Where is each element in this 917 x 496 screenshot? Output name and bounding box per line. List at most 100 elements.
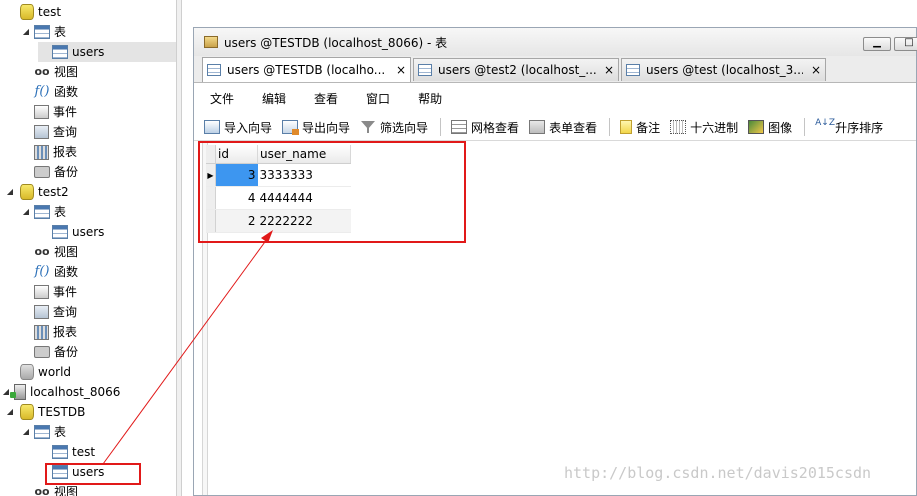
image-icon <box>748 120 765 134</box>
tree-item-world[interactable]: world <box>4 362 71 382</box>
cell-user-name[interactable]: 2222222 <box>257 209 351 233</box>
export-icon <box>282 120 300 135</box>
table-icon <box>52 445 68 459</box>
grid-view-button[interactable]: 网格查看 <box>451 119 519 136</box>
sort-ascending-button[interactable]: A↓Z 升序排序 <box>815 119 883 136</box>
import-wizard-label: 导入向导 <box>224 120 273 135</box>
pane-splitter[interactable] <box>176 0 182 496</box>
tree-item-label: 报表 <box>53 325 78 339</box>
tab-close-icon[interactable]: × <box>388 63 406 77</box>
tree-item-test[interactable]: test <box>4 2 61 22</box>
table-row[interactable]: 2 2222222 <box>206 209 351 233</box>
form-view-label: 表单查看 <box>549 120 598 135</box>
toolbar-separator <box>440 118 442 136</box>
minimize-button[interactable]: ▁ <box>863 37 891 51</box>
tree-item[interactable]: f() 函数 <box>20 82 79 102</box>
tab-close-icon[interactable]: × <box>596 63 614 77</box>
tree-item[interactable]: 查询 <box>20 122 77 142</box>
image-button[interactable]: 图像 <box>748 119 792 136</box>
tree-item[interactable]: 查询 <box>20 302 77 322</box>
database-grey-icon <box>20 364 34 380</box>
memo-button[interactable]: 备注 <box>620 119 660 136</box>
tree-item[interactable]: ◢ 表 <box>20 22 66 42</box>
tree-item-label: users <box>72 225 105 239</box>
expand-arrow-icon[interactable]: ◢ <box>4 402 16 422</box>
hex-icon <box>670 120 687 134</box>
menu-help[interactable]: 帮助 <box>418 90 442 107</box>
cell-id[interactable]: 2 <box>215 209 258 233</box>
tree-item-users[interactable]: users <box>38 42 176 62</box>
grid-icon <box>451 120 468 134</box>
tree-item[interactable]: oo 视图 <box>20 62 78 82</box>
tree-item[interactable]: oo 视图 <box>20 482 78 496</box>
database-icon <box>20 404 34 420</box>
tree-item-label: 函数 <box>54 265 79 279</box>
row-header-corner <box>206 145 216 164</box>
menu-view[interactable]: 查看 <box>314 90 338 107</box>
cell-id[interactable]: 3 <box>215 163 258 187</box>
tree-item-test2[interactable]: ◢ test2 <box>4 182 69 202</box>
memo-icon <box>620 120 633 134</box>
export-wizard-button[interactable]: 导出向导 <box>282 119 350 136</box>
form-view-button[interactable]: 表单查看 <box>529 119 597 136</box>
column-header-id[interactable]: id <box>215 145 258 164</box>
query-icon <box>34 125 49 139</box>
tree-item-label: 事件 <box>53 285 78 299</box>
window-titlebar[interactable]: users @TESTDB (localhost_8066) - 表 ▁ □ <box>194 28 917 56</box>
column-header-user-name[interactable]: user_name <box>257 145 351 164</box>
tree-item[interactable]: 报表 <box>20 322 77 342</box>
current-row-marker-icon: ▶ <box>206 163 216 187</box>
tree-item[interactable]: 备份 <box>20 162 78 182</box>
tree-item[interactable]: 事件 <box>20 102 77 122</box>
tree-item[interactable]: 事件 <box>20 282 77 302</box>
tree-item-label: test2 <box>38 185 69 199</box>
tree-item[interactable]: oo 视图 <box>20 242 78 262</box>
tree-item-localhost-8066[interactable]: ◢ localhost_8066 <box>0 382 120 402</box>
tab-users-testdb[interactable]: users @TESTDB (localho... × <box>202 57 411 82</box>
tree-item-users[interactable]: users <box>38 462 104 482</box>
import-wizard-button[interactable]: 导入向导 <box>204 119 272 136</box>
row-header <box>206 186 216 210</box>
tab-users-test[interactable]: users @test (localhost_3... × <box>621 58 826 81</box>
image-label: 图像 <box>768 120 793 135</box>
report-icon <box>34 324 49 340</box>
menu-edit[interactable]: 编辑 <box>262 90 286 107</box>
tree-item[interactable]: ◢ 表 <box>20 202 66 222</box>
hex-label: 十六进制 <box>690 120 739 135</box>
cell-user-name[interactable]: 3333333 <box>257 163 351 187</box>
tree-item-testdb[interactable]: ◢ TESTDB <box>4 402 85 422</box>
tree-item[interactable]: f() 函数 <box>20 262 79 282</box>
tree-item-label: users <box>72 45 105 59</box>
cell-user-name[interactable]: 4444444 <box>257 186 351 210</box>
filter-wizard-button[interactable]: 筛选向导 <box>360 119 428 136</box>
tree-item-label: test <box>38 5 62 19</box>
form-icon <box>529 120 546 134</box>
tree-item-users[interactable]: users <box>38 222 104 242</box>
table-row[interactable]: ▶ 3 3333333 <box>206 163 351 187</box>
hex-button[interactable]: 十六进制 <box>670 119 738 136</box>
event-icon <box>34 285 49 299</box>
data-grid: id user_name ▶ 3 3333333 4 4444444 2 222… <box>206 145 351 233</box>
expand-arrow-icon[interactable]: ◢ <box>4 182 16 202</box>
maximize-button[interactable]: □ <box>894 37 917 51</box>
tree-item[interactable]: ◢ 表 <box>20 422 66 442</box>
expand-arrow-icon[interactable]: ◢ <box>20 22 32 42</box>
cell-id[interactable]: 4 <box>215 186 258 210</box>
tree-item-label: 报表 <box>53 145 78 159</box>
tree-item[interactable]: 报表 <box>20 142 77 162</box>
menu-window[interactable]: 窗口 <box>366 90 390 107</box>
tree-item-label: 备份 <box>54 345 79 359</box>
expand-arrow-icon[interactable]: ◢ <box>20 202 32 222</box>
filter-icon <box>360 120 376 134</box>
tab-users-test2[interactable]: users @test2 (localhost_... × <box>413 58 619 81</box>
view-icon: oo <box>34 485 50 496</box>
tab-close-icon[interactable]: × <box>803 63 821 77</box>
export-wizard-label: 导出向导 <box>302 120 351 135</box>
function-icon: f() <box>34 84 50 99</box>
menu-file[interactable]: 文件 <box>210 90 234 107</box>
tree-item-test[interactable]: test <box>38 442 95 462</box>
tab-label: users @TESTDB (localho... <box>227 63 386 77</box>
table-row[interactable]: 4 4444444 <box>206 186 351 210</box>
tree-item[interactable]: 备份 <box>20 342 78 362</box>
expand-arrow-icon[interactable]: ◢ <box>20 422 32 442</box>
